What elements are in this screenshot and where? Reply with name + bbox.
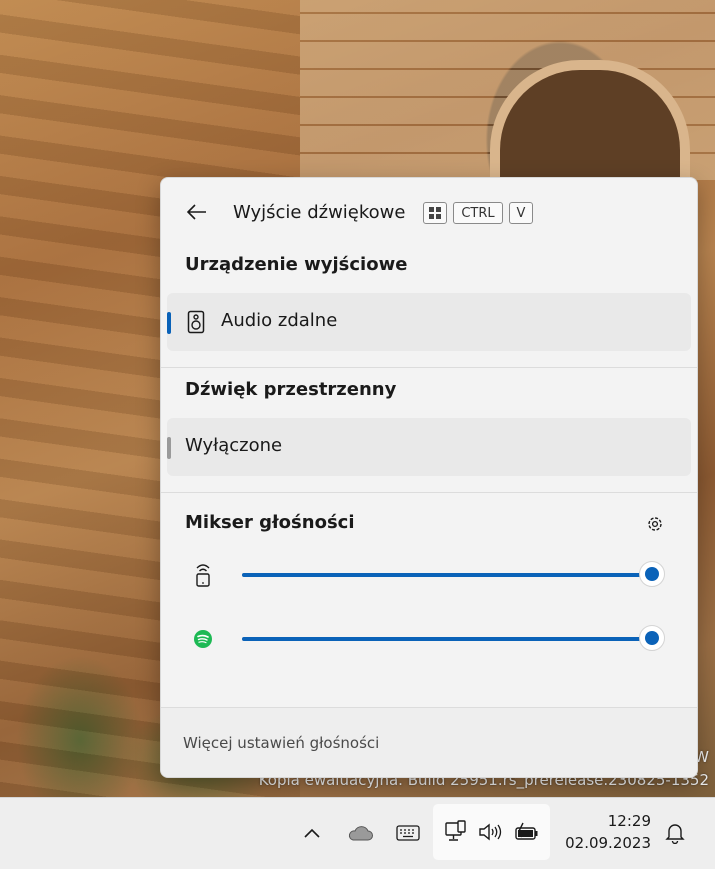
selected-indicator xyxy=(167,312,171,334)
spotify-icon xyxy=(191,627,215,651)
chevron-up-icon xyxy=(304,828,320,838)
sound-output-flyout: Wyjście dźwiękowe CTRL V Urządzenie wyjś… xyxy=(160,177,698,778)
divider xyxy=(161,367,697,368)
show-hidden-icons-button[interactable] xyxy=(297,818,327,848)
quick-settings-button[interactable] xyxy=(433,804,550,860)
taskbar: 12:29 02.09.2023 xyxy=(0,797,715,869)
volume-slider-thumb[interactable] xyxy=(639,561,665,587)
app-volume-row-remote xyxy=(161,557,697,593)
volume-slider-track[interactable] xyxy=(242,561,665,587)
spatial-sound-option[interactable]: Wyłączone xyxy=(167,418,691,476)
back-arrow-icon xyxy=(187,204,206,220)
gear-icon xyxy=(648,517,662,531)
flyout-title: Wyjście dźwiękowe xyxy=(233,202,406,223)
speaker-icon xyxy=(187,310,205,338)
volume-slider-thumb[interactable] xyxy=(639,625,665,651)
mixer-settings-button[interactable] xyxy=(644,513,666,535)
volume-mixer-heading: Mikser głośności xyxy=(185,512,355,533)
spatial-sound-label: Wyłączone xyxy=(185,435,283,456)
clock-button[interactable]: 12:29 02.09.2023 xyxy=(565,810,651,854)
clock-date: 02.09.2023 xyxy=(565,834,651,852)
keyboard-icon xyxy=(396,825,420,841)
windows-key-icon xyxy=(423,202,447,224)
app-volume-row-spotify xyxy=(161,621,697,657)
spatial-sound-heading: Dźwięk przestrzenny xyxy=(185,379,397,400)
volume-slider-track[interactable] xyxy=(242,625,665,651)
back-button[interactable] xyxy=(183,198,211,226)
remote-device-icon xyxy=(191,563,215,587)
output-device-label: Audio zdalne xyxy=(221,310,338,331)
notification-bell-icon xyxy=(665,824,685,844)
flyout-footer: Więcej ustawień głośności xyxy=(161,707,697,777)
volume-slider-fill xyxy=(242,573,652,577)
output-device-option[interactable]: Audio zdalne xyxy=(167,293,691,351)
onedrive-button[interactable] xyxy=(345,818,375,848)
touch-keyboard-button[interactable] xyxy=(393,818,423,848)
shortcut-key-v: V xyxy=(509,202,533,224)
unselected-indicator xyxy=(167,437,171,459)
divider xyxy=(161,492,697,493)
network-icon xyxy=(441,817,471,847)
onedrive-icon xyxy=(348,826,373,841)
output-device-heading: Urządzenie wyjściowe xyxy=(185,254,408,275)
volume-icon xyxy=(476,817,506,847)
more-volume-settings-link[interactable]: Więcej ustawień głośności xyxy=(183,734,379,752)
notifications-button[interactable] xyxy=(660,818,690,848)
battery-icon xyxy=(512,817,542,847)
clock-time: 12:29 xyxy=(607,812,651,830)
shortcut-key-ctrl: CTRL xyxy=(453,202,503,224)
volume-slider-fill xyxy=(242,637,652,641)
flyout-header: Wyjście dźwiękowe CTRL V xyxy=(161,198,697,228)
